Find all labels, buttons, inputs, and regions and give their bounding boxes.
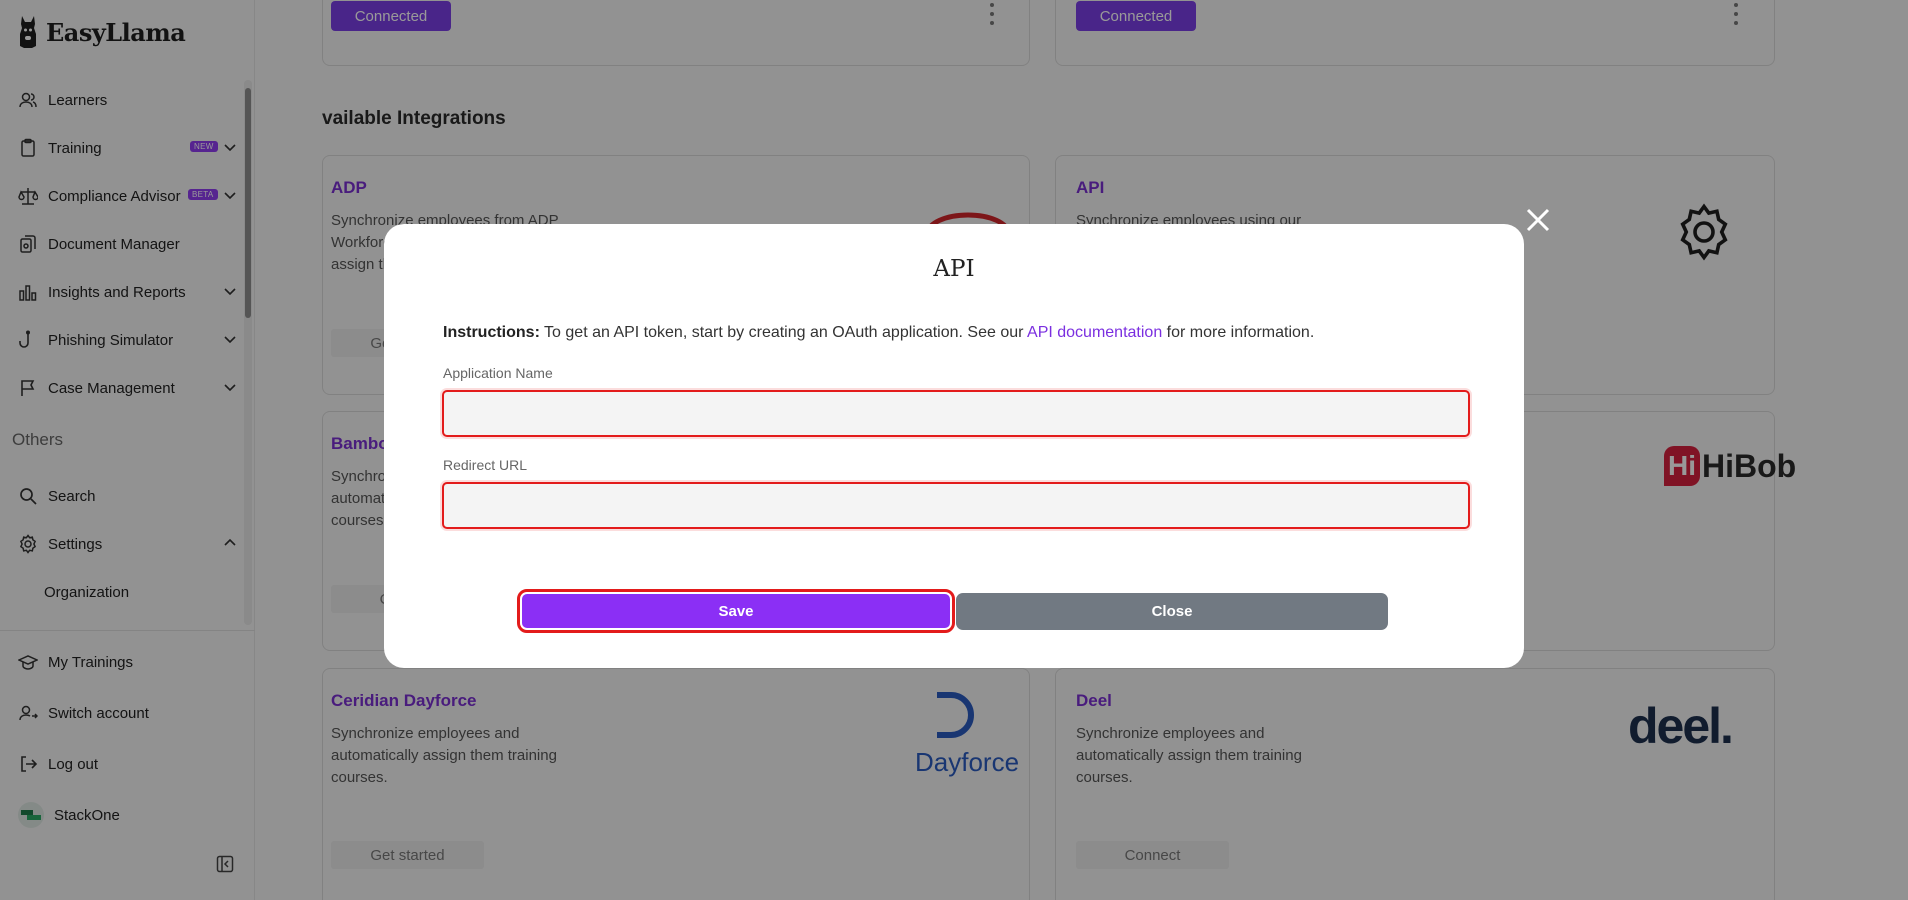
instructions-body: To get an API token, start by creating a…	[539, 324, 1028, 341]
redirect-url-input[interactable]	[442, 482, 1470, 529]
application-name-input[interactable]	[442, 390, 1470, 437]
instructions-label: Instructions:	[443, 324, 540, 341]
instructions-text: Instructions: To get an API token, start…	[443, 324, 1314, 342]
application-name-label: Application Name	[443, 365, 553, 381]
close-button[interactable]: Close	[956, 593, 1388, 630]
api-documentation-link[interactable]: API documentation	[1027, 324, 1162, 341]
api-modal: API Instructions: To get an API token, s…	[384, 224, 1524, 668]
redirect-url-label: Redirect URL	[443, 457, 528, 473]
save-button[interactable]: Save	[517, 589, 955, 633]
modal-title: API	[933, 256, 975, 282]
instructions-tail: for more information.	[1162, 324, 1315, 341]
close-icon[interactable]	[1523, 205, 1553, 235]
